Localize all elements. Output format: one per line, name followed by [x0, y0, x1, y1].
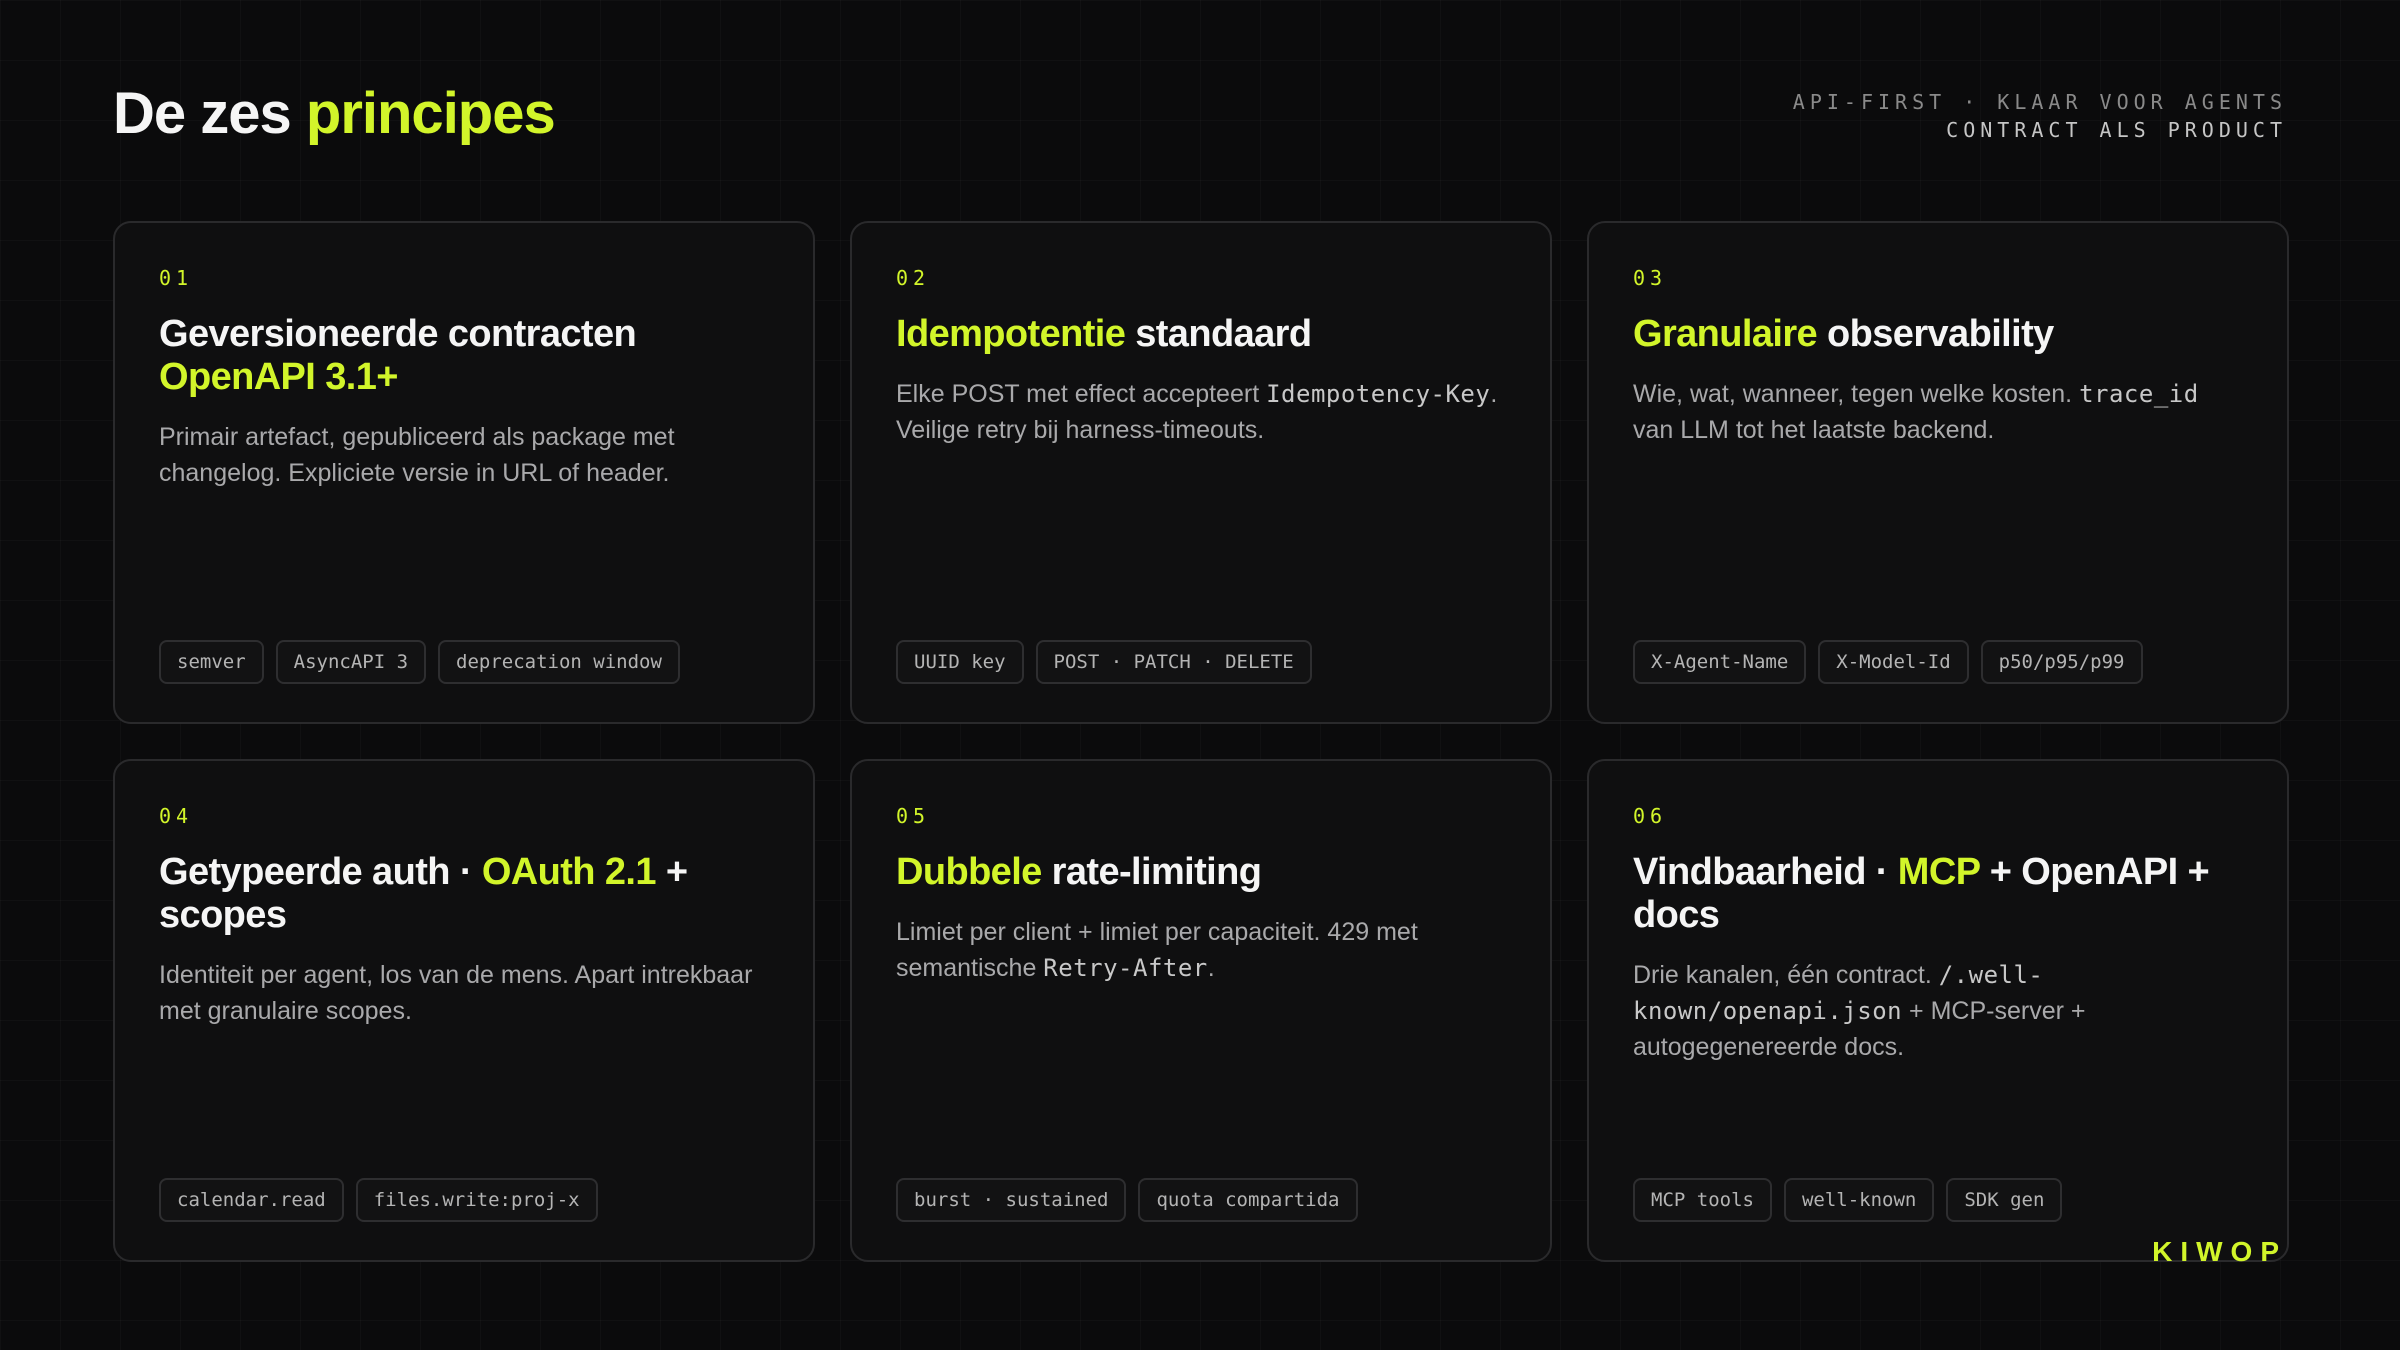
header-meta: API-FIRST · KLAAR VOOR AGENTS CONTRACT A… — [1793, 88, 2287, 144]
card-number: 05 — [896, 804, 931, 828]
card-title: Dubbele rate-limiting — [896, 851, 1506, 894]
card-desc-text: Drie kanalen, één contract. — [1633, 961, 1939, 989]
tag: deprecation window — [438, 640, 680, 684]
card-desc-text-end: van LLM tot het laatste backend. — [1633, 416, 1995, 444]
card-title-accent: Dubbele — [896, 851, 1042, 893]
tag: AsyncAPI 3 — [275, 640, 427, 684]
card-tags: X-Agent-Name X-Model-Id p50/p95/p99 — [1633, 640, 2143, 684]
tag: files.write:proj-x — [355, 1178, 598, 1222]
card-description: Primair artefact, gepubliceerd als packa… — [159, 419, 769, 491]
header-meta-line-1: API-FIRST · KLAAR VOOR AGENTS — [1792, 90, 2287, 114]
card-title-accent: OpenAPI 3.1+ — [159, 356, 398, 398]
principle-card-01: 01 Geversioneerde contracten OpenAPI 3.1… — [113, 221, 815, 724]
card-title: Getypeerde auth · OAuth 2.1 + scopes — [159, 851, 769, 937]
brand-logo: KIWOP — [2152, 1236, 2287, 1267]
page-title: De zes principes — [113, 81, 556, 146]
principles-grid: 01 Geversioneerde contracten OpenAPI 3.1… — [113, 221, 2289, 1262]
card-title-accent: OAuth 2.1 — [481, 851, 657, 893]
card-title-accent: MCP — [1897, 851, 1981, 893]
tag: UUID key — [896, 640, 1024, 684]
card-title: Granulaire observability — [1633, 313, 2243, 356]
card-title-text: Vindbaarheid · — [1633, 851, 1898, 893]
card-title-suffix: standaard — [1125, 313, 1312, 355]
tag: well-known — [1783, 1178, 1935, 1222]
card-desc-code: Retry-After — [1043, 954, 1208, 982]
tag: p50/p95/p99 — [1980, 640, 2143, 684]
card-description: Drie kanalen, één contract. /.well-known… — [1633, 957, 2243, 1065]
card-title-suffix: observability — [1817, 313, 2054, 355]
card-desc-code: trace_id — [2079, 380, 2199, 408]
card-number: 01 — [159, 266, 194, 290]
tag: MCP tools — [1633, 1178, 1772, 1222]
card-title: Idempotentie standaard — [896, 313, 1506, 356]
card-tags: semver AsyncAPI 3 deprecation window — [159, 640, 680, 684]
title-accent: principes — [305, 81, 556, 146]
principle-card-05: 05 Dubbele rate-limiting Limiet per clie… — [850, 759, 1552, 1262]
card-tags: MCP tools well-known SDK gen — [1633, 1178, 2063, 1222]
card-title-suffix: rate-limiting — [1041, 851, 1262, 893]
card-description: Wie, wat, wanneer, tegen welke kosten. t… — [1633, 376, 2243, 448]
principle-card-06: 06 Vindbaarheid · MCP + OpenAPI + docs D… — [1587, 759, 2289, 1262]
card-number: 02 — [896, 266, 931, 290]
card-title-accent: Granulaire — [1633, 313, 1818, 355]
card-desc-code: Idempotency-Key — [1266, 380, 1491, 408]
tag: POST · PATCH · DELETE — [1035, 640, 1312, 684]
principle-card-02: 02 Idempotentie standaard Elke POST met … — [850, 221, 1552, 724]
card-number: 03 — [1633, 266, 1668, 290]
card-desc-text: Wie, wat, wanneer, tegen welke kosten. — [1633, 380, 2080, 408]
tag: burst · sustained — [896, 1178, 1127, 1222]
tag: X-Agent-Name — [1633, 640, 1807, 684]
card-title-accent: Idempotentie — [896, 313, 1126, 355]
card-description: Elke POST met effect accepteert Idempote… — [896, 376, 1506, 448]
principle-card-03: 03 Granulaire observability Wie, wat, wa… — [1587, 221, 2289, 724]
tag: calendar.read — [159, 1178, 344, 1222]
tag: semver — [159, 640, 264, 684]
card-title: Vindbaarheid · MCP + OpenAPI + docs — [1633, 851, 2243, 937]
card-title-text: Geversioneerde contracten — [159, 313, 637, 355]
card-desc-text-end: . — [1207, 954, 1215, 982]
card-tags: calendar.read files.write:proj-x — [159, 1178, 598, 1222]
tag: SDK gen — [1946, 1178, 2063, 1222]
card-number: 04 — [159, 804, 194, 828]
card-desc-text: Elke POST met effect accepteert — [896, 380, 1267, 408]
header-meta-line-2: CONTRACT ALS PRODUCT — [1946, 118, 2287, 142]
card-description: Identiteit per agent, los van de mens. A… — [159, 957, 769, 1029]
card-desc-text: Primair artefact, gepubliceerd als packa… — [159, 423, 675, 487]
tag: quota compartida — [1138, 1178, 1358, 1222]
principle-card-04: 04 Getypeerde auth · OAuth 2.1 + scopes … — [113, 759, 815, 1262]
tag: X-Model-Id — [1818, 640, 1969, 684]
card-tags: UUID key POST · PATCH · DELETE — [896, 640, 1312, 684]
card-description: Limiet per client + limiet per capacitei… — [896, 914, 1506, 986]
card-desc-text: Identiteit per agent, los van de mens. A… — [159, 961, 753, 1025]
title-prefix: De zes — [113, 81, 306, 146]
card-title: Geversioneerde contracten OpenAPI 3.1+ — [159, 313, 769, 399]
card-tags: burst · sustained quota compartida — [896, 1178, 1358, 1222]
card-number: 06 — [1633, 804, 1668, 828]
card-title-text: Getypeerde auth · — [159, 851, 482, 893]
